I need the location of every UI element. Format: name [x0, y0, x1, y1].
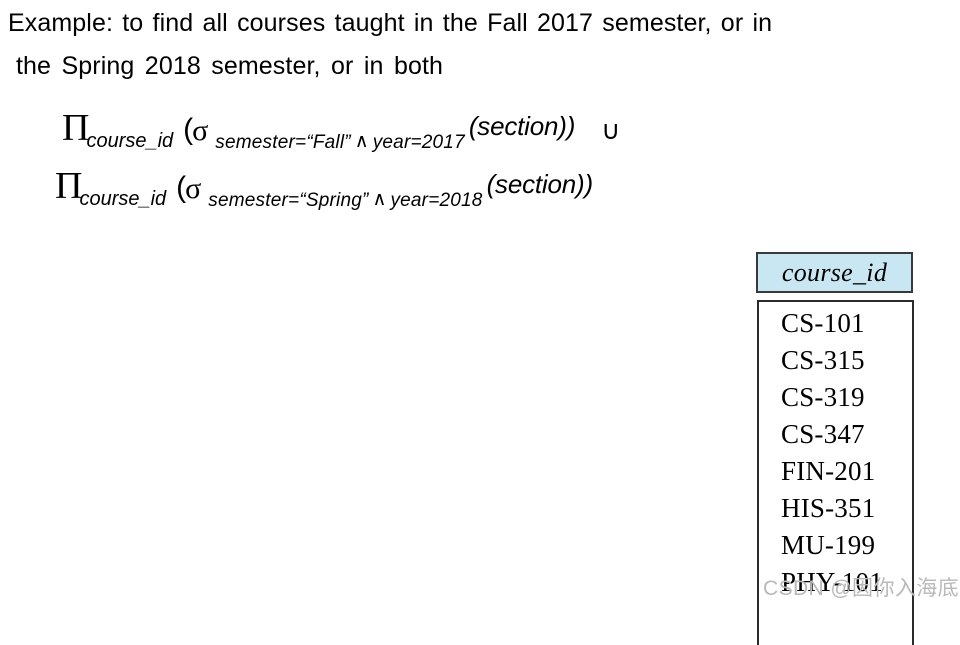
table-row: MU-199 [781, 530, 876, 560]
relation-name: (section)) [486, 169, 594, 199]
conjunction-symbol-icon: ∧ [372, 189, 387, 210]
selection-symbol-icon: σ [185, 172, 202, 205]
selection-condition-1: semester=“Fall” [215, 132, 351, 153]
table-row: PHY-101 [781, 567, 883, 597]
table-row: HIS-351 [781, 493, 876, 523]
selection-condition-1: semester=“Spring” [208, 190, 369, 211]
table-row: FIN-201 [781, 456, 876, 486]
table-row: CS-101 [781, 308, 865, 338]
prompt-line-2: the Spring 2018 semester, or in both [16, 52, 444, 80]
projection-attribute: course_id [79, 188, 167, 210]
result-table-body: CS-101 CS-315 CS-319 CS-347 FIN-201 HIS-… [757, 300, 914, 645]
conjunction-symbol-icon: ∧ [354, 131, 369, 152]
example-prompt: Example: to find all courses taught in t… [8, 2, 954, 88]
selection-condition-2: year=2018 [390, 190, 483, 211]
algebra-expression-1: Πcourse_id (σ semester=“Fall” ∧ year=2017(s… [62, 106, 620, 153]
result-table-header: course_id [756, 252, 913, 293]
table-row: CS-347 [781, 419, 865, 449]
prompt-line-1: Example: to find all courses taught in t… [8, 9, 773, 37]
union-operator-icon: ∪ [601, 115, 621, 145]
selection-symbol-icon: σ [192, 114, 209, 147]
relation-name: (section)) [468, 111, 576, 141]
selection-condition-2: year=2017 [372, 132, 465, 153]
algebra-expression-2: Πcourse_id (σ semester=“Spring” ∧ year=2018… [55, 164, 593, 211]
result-table: course_id CS-101 CS-315 CS-319 CS-347 FI… [756, 252, 914, 645]
projection-attribute: course_id [86, 130, 174, 152]
table-row: CS-315 [781, 345, 865, 375]
table-row: CS-319 [781, 382, 865, 412]
